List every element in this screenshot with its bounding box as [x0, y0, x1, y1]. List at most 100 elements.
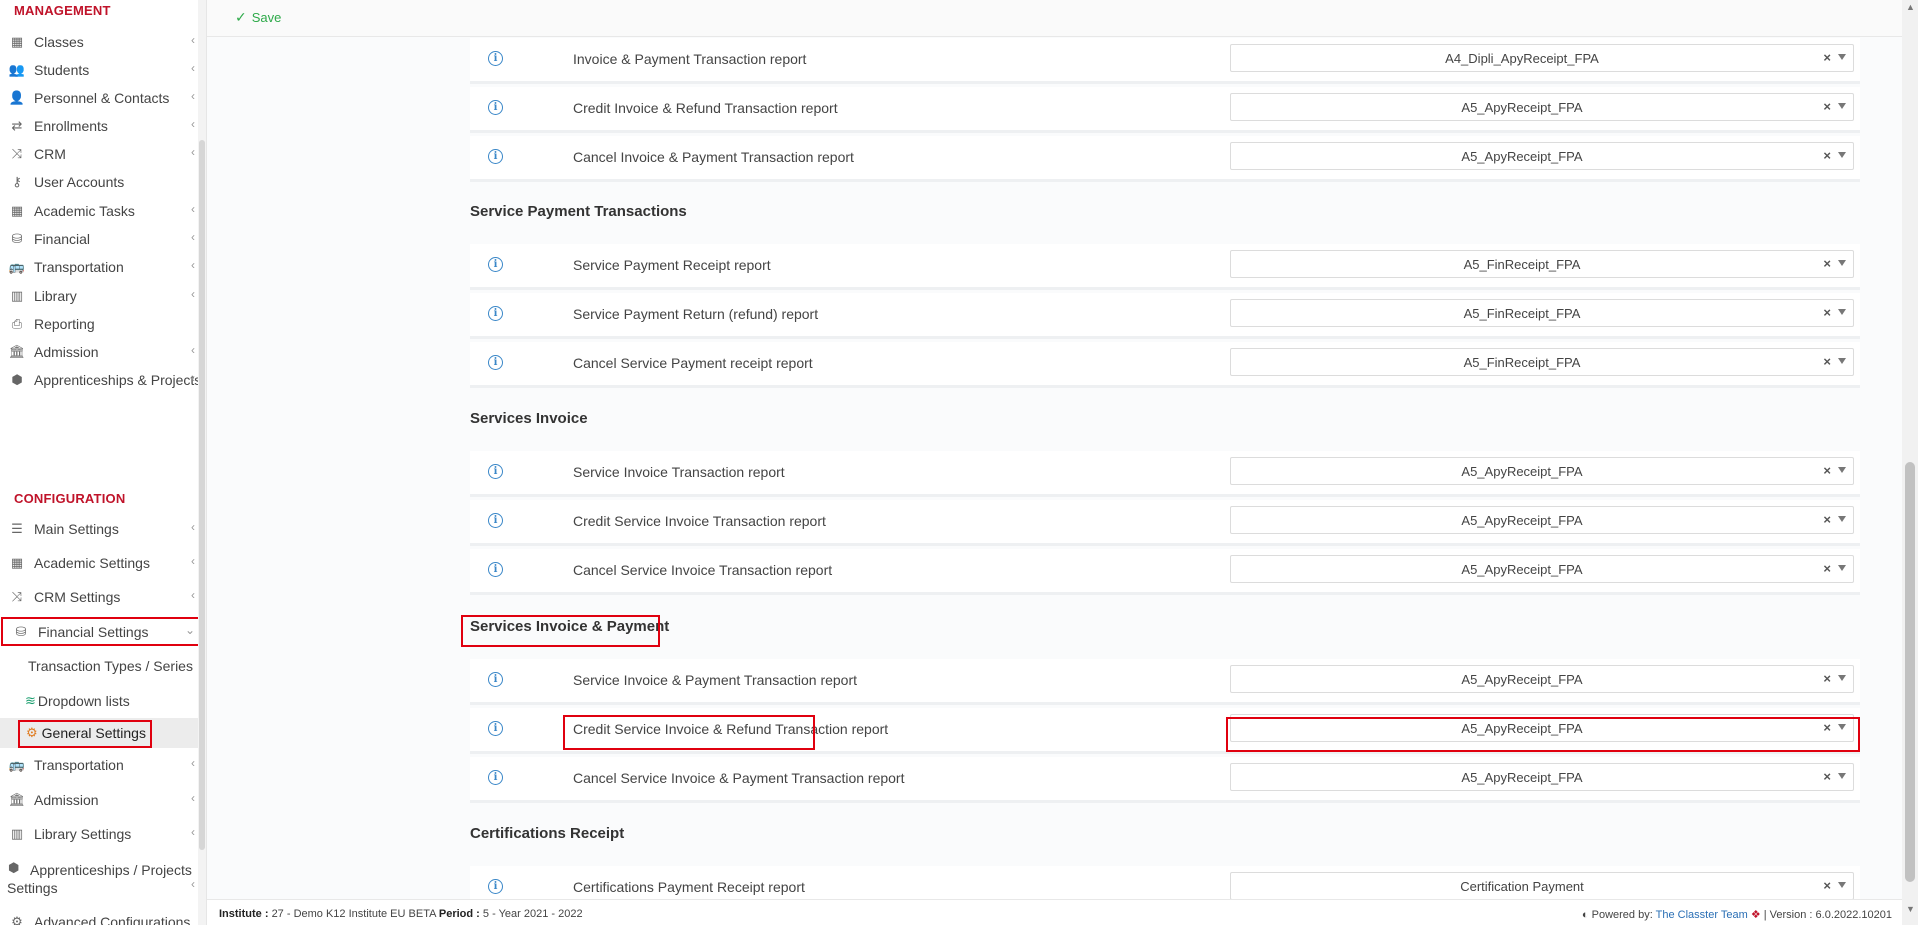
info-icon[interactable]: i — [488, 721, 503, 736]
sidebar-item-enrollments[interactable]: ⇄ Enrollments ‹ — [0, 111, 205, 141]
caret-down-icon[interactable] — [1838, 152, 1846, 158]
info-icon[interactable]: i — [488, 51, 503, 66]
report-select[interactable]: A5_ApyReceipt_FPA × — [1230, 142, 1854, 170]
setting-label: Service Invoice & Payment Transaction re… — [573, 672, 858, 688]
report-select[interactable]: A5_ApyReceipt_FPA × — [1230, 93, 1854, 121]
caret-down-icon[interactable] — [1838, 516, 1846, 522]
info-icon[interactable]: i — [488, 149, 503, 164]
report-select[interactable]: Certification Payment × — [1230, 872, 1854, 899]
main-scroll-thumb[interactable] — [1905, 462, 1915, 882]
select-value: A5_ApyReceipt_FPA — [1461, 149, 1583, 164]
setting-label: Service Payment Receipt report — [573, 257, 771, 273]
clear-icon[interactable]: × — [1823, 878, 1831, 893]
clear-icon[interactable]: × — [1823, 463, 1831, 478]
sidebar-item-label: Transportation — [34, 259, 124, 275]
caret-down-icon[interactable] — [1838, 882, 1846, 888]
report-select[interactable]: A5_ApyReceipt_FPA × — [1230, 506, 1854, 534]
clear-icon[interactable]: × — [1823, 561, 1831, 576]
chevron-left-icon: ‹ — [191, 825, 195, 839]
clear-icon[interactable]: × — [1823, 512, 1831, 527]
sidebar-item-personnel[interactable]: 👤 Personnel & Contacts ‹ — [0, 83, 205, 113]
caret-down-icon[interactable] — [1838, 358, 1846, 364]
caret-down-icon[interactable] — [1838, 565, 1846, 571]
scroll-up-icon[interactable]: ▲ — [1906, 2, 1915, 12]
select-value: A5_ApyReceipt_FPA — [1461, 562, 1583, 577]
info-icon[interactable]: i — [488, 879, 503, 894]
info-icon[interactable]: i — [488, 770, 503, 785]
sidebar-item-label: Library Settings — [34, 826, 132, 842]
main-scrollbar[interactable]: ▲ ▼ — [1902, 0, 1918, 925]
sidebar-item-main-settings[interactable]: ☰ Main Settings ‹ — [0, 514, 205, 544]
caret-down-icon[interactable] — [1838, 260, 1846, 266]
caret-down-icon[interactable] — [1838, 467, 1846, 473]
info-icon[interactable]: i — [488, 513, 503, 528]
check-icon: ✓ — [235, 9, 247, 25]
sidebar-item-crm-settings[interactable]: ⤨ CRM Settings ‹ — [0, 582, 205, 612]
sidebar-item-apprenticeships[interactable]: ⬢ Apprenticeships & Projects ‹ — [0, 365, 205, 395]
info-icon[interactable]: i — [488, 672, 503, 687]
sidebar-item-admission[interactable]: 🏛 Admission ‹ — [0, 337, 205, 367]
sidebar-item-advanced[interactable]: ⚙ Advanced Configurations — [0, 907, 205, 925]
caret-down-icon[interactable] — [1838, 103, 1846, 109]
setting-row: i Service Payment Receipt report A5_FinR… — [470, 244, 1860, 290]
report-select[interactable]: A5_FinReceipt_FPA × — [1230, 250, 1854, 278]
info-icon[interactable]: i — [488, 355, 503, 370]
sidebar-item-user-accounts[interactable]: ⚷ User Accounts — [0, 167, 205, 197]
sidebar-subitem-transaction-types[interactable]: Transaction Types / Series — [0, 651, 205, 681]
clear-icon[interactable]: × — [1823, 50, 1831, 65]
sidebar-item-reporting[interactable]: ⎙ Reporting — [0, 309, 205, 339]
caret-down-icon[interactable] — [1838, 675, 1846, 681]
sidebar-item-transportation-settings[interactable]: 🚌 Transportation ‹ — [0, 750, 205, 780]
caret-down-icon[interactable] — [1838, 54, 1846, 60]
sidebar-item-library[interactable]: ▥ Library ‹ — [0, 281, 205, 311]
report-select[interactable]: A5_ApyReceipt_FPA × — [1230, 457, 1854, 485]
sidebar-scroll-thumb[interactable] — [199, 140, 205, 850]
highlight-financial-settings — [1, 617, 206, 646]
sidebar-item-crm[interactable]: ⤨ CRM ‹ — [0, 139, 205, 169]
report-select[interactable]: A5_ApyReceipt_FPA × — [1230, 665, 1854, 693]
sliders-icon: ☰ — [11, 521, 23, 536]
scroll-down-icon[interactable]: ▼ — [1906, 904, 1915, 914]
clear-icon[interactable]: × — [1823, 99, 1831, 114]
clear-icon[interactable]: × — [1823, 148, 1831, 163]
classes-icon: ▦ — [10, 555, 24, 570]
info-icon[interactable]: i — [488, 306, 503, 321]
info-icon[interactable]: i — [488, 100, 503, 115]
info-icon[interactable]: i — [488, 464, 503, 479]
sidebar-scrollbar[interactable] — [198, 0, 206, 925]
coins-icon: ⛁ — [11, 231, 23, 246]
sidebar-item-label-line2: Settings — [7, 880, 58, 896]
report-select[interactable]: A4_Dipli_ApyReceipt_FPA × — [1230, 44, 1854, 72]
clear-icon[interactable]: × — [1823, 256, 1831, 271]
setting-label: Certifications Payment Receipt report — [573, 879, 805, 895]
clear-icon[interactable]: × — [1823, 671, 1831, 686]
clear-icon[interactable]: × — [1823, 769, 1831, 784]
caret-down-icon[interactable] — [1838, 309, 1846, 315]
sidebar-item-classes[interactable]: ▦ Classes ‹ — [0, 27, 205, 57]
sidebar-item-academic-tasks[interactable]: ▦ Academic Tasks ‹ — [0, 196, 205, 226]
sidebar-item-academic-settings[interactable]: ▦ Academic Settings ‹ — [0, 548, 205, 578]
info-icon[interactable]: i — [488, 562, 503, 577]
sidebar-item-library-settings[interactable]: ▥ Library Settings ‹ — [0, 819, 205, 849]
sidebar-item-label: Main Settings — [34, 521, 119, 537]
save-button[interactable]: ✓ Save — [235, 9, 281, 26]
report-select[interactable]: A5_ApyReceipt_FPA × — [1230, 763, 1854, 791]
sidebar-item-transportation[interactable]: 🚌 Transportation ‹ — [0, 252, 205, 282]
chevron-left-icon: ‹ — [191, 117, 195, 131]
caret-down-icon[interactable] — [1838, 773, 1846, 779]
classter-team-link[interactable]: The Classter Team — [1656, 909, 1748, 921]
report-select[interactable]: A5_FinReceipt_FPA × — [1230, 348, 1854, 376]
sidebar-item-admission-settings[interactable]: 🏛 Admission ‹ — [0, 785, 205, 815]
bus-icon: 🚌 — [8, 259, 26, 274]
sidebar-item-financial[interactable]: ⛁ Financial ‹ — [0, 224, 205, 254]
sidebar-item-students[interactable]: 👥 Students ‹ — [0, 55, 205, 85]
sidebar-item-label: Dropdown lists — [37, 693, 130, 709]
report-select[interactable]: A5_ApyReceipt_FPA × — [1230, 555, 1854, 583]
sidebar: MANAGEMENT ▦ Classes ‹ 👥 Students ‹ 👤 Pe… — [0, 0, 207, 925]
clear-icon[interactable]: × — [1823, 354, 1831, 369]
info-icon[interactable]: i — [488, 257, 503, 272]
sidebar-item-apprenticeships-settings[interactable]: ⬢ Apprenticeships / Projects Settings ‹ — [0, 857, 205, 897]
clear-icon[interactable]: × — [1823, 305, 1831, 320]
report-select[interactable]: A5_FinReceipt_FPA × — [1230, 299, 1854, 327]
sidebar-subitem-dropdown-lists[interactable]: ≋ Dropdown lists — [0, 686, 205, 716]
